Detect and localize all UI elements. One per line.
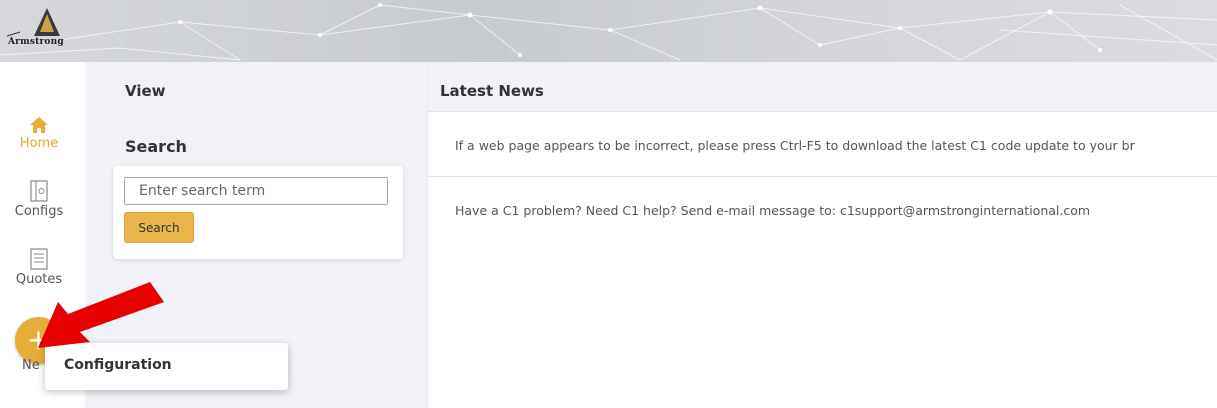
- logo-text: Armstrong: [8, 37, 64, 47]
- news-panel: Latest News If a web page appears to be …: [427, 62, 1217, 408]
- rail-item-configs[interactable]: Configs: [0, 180, 78, 219]
- news-divider: [428, 176, 1217, 177]
- configs-icon: [30, 180, 48, 202]
- rail-item-home[interactable]: Home: [0, 116, 78, 151]
- search-title: Search: [125, 137, 187, 156]
- rail-label-home: Home: [19, 136, 59, 151]
- search-button[interactable]: Search: [124, 212, 194, 243]
- home-icon: [30, 117, 48, 133]
- news-header: Latest News: [428, 62, 1217, 112]
- rail-label-new: Ne: [22, 358, 40, 373]
- network-pattern: [0, 3, 1217, 61]
- view-title: View: [125, 82, 166, 100]
- quotes-icon: [30, 248, 48, 270]
- red-arrow-icon: [38, 282, 164, 348]
- search-card: Search: [113, 166, 403, 259]
- news-item: If a web page appears to be incorrect, p…: [455, 138, 1135, 153]
- header-banner: Armstrong: [0, 0, 1217, 62]
- search-input[interactable]: [124, 177, 388, 205]
- news-item: Have a C1 problem? Need C1 help? Send e-…: [455, 203, 1091, 218]
- rail-label-configs: Configs: [14, 204, 64, 219]
- news-title: Latest News: [440, 82, 544, 100]
